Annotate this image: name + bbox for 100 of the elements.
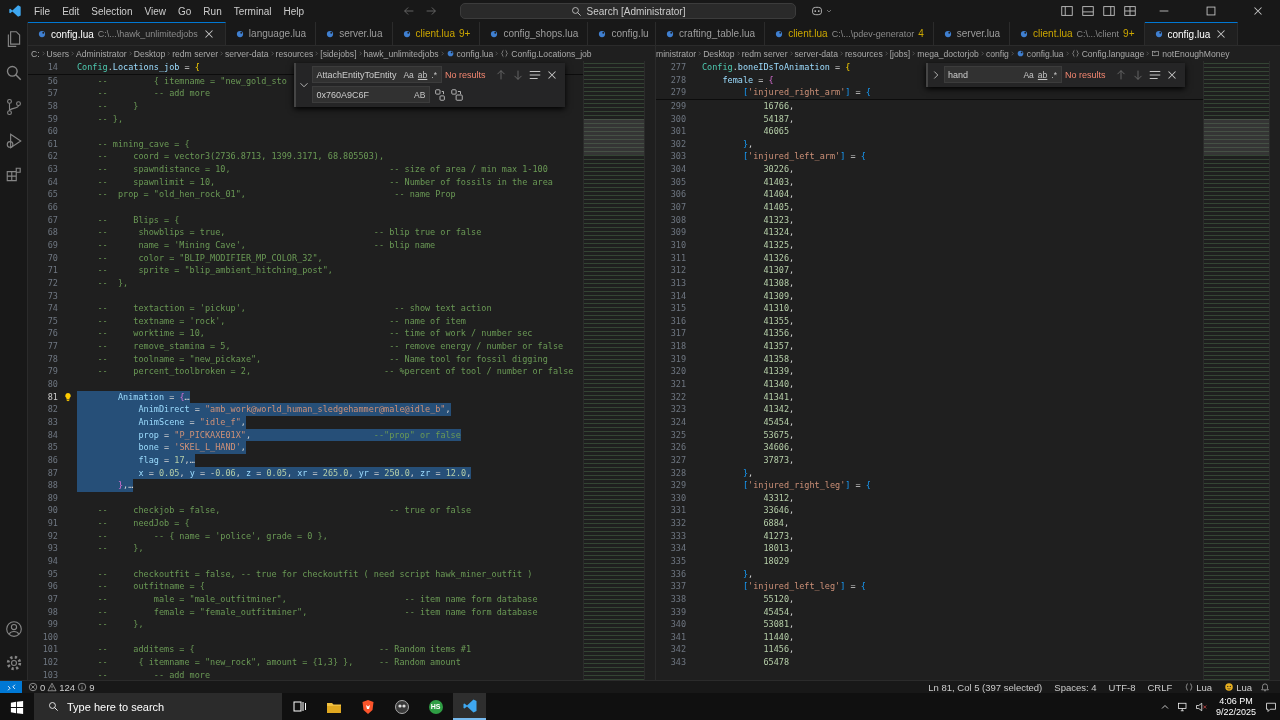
- braces-icon: [1070, 49, 1080, 58]
- problems-button[interactable]: 0 124 9: [22, 681, 101, 693]
- language-mode[interactable]: Lua: [1178, 681, 1219, 693]
- find-input[interactable]: hand Aa ab .*: [944, 66, 1062, 83]
- menu-item[interactable]: Run: [197, 3, 228, 19]
- line-number: 99: [46, 618, 58, 631]
- line-number: 328: [669, 466, 686, 480]
- editor-tab[interactable]: client.lua 9+: [392, 22, 481, 45]
- lightbulb-icon[interactable]: [62, 391, 73, 402]
- code-line: 41309,: [762, 289, 795, 303]
- tab-label: crafting_table.lua: [679, 28, 756, 39]
- menu-item[interactable]: Terminal: [227, 3, 278, 19]
- remote-button[interactable]: [0, 680, 22, 694]
- indentation[interactable]: Spaces: 4: [1048, 681, 1103, 693]
- line-number: 65: [46, 188, 58, 202]
- breadcrumb-item[interactable]: resources: [275, 48, 314, 59]
- chevron-icon: [126, 50, 134, 57]
- code-line: 41357,: [762, 340, 795, 353]
- find-option-toggle[interactable]: ab: [416, 69, 429, 80]
- bell-icon[interactable]: [1258, 680, 1272, 694]
- find-option-toggle[interactable]: .*: [430, 69, 438, 80]
- breadcrumb-item[interactable]: [sidejobs]: [320, 48, 357, 59]
- breadcrumb-item[interactable]: Desktop: [133, 48, 166, 59]
- breadcrumb-item[interactable]: server-data: [225, 48, 269, 59]
- line-number: 59: [46, 112, 58, 126]
- line-number: 340: [669, 618, 686, 631]
- problem-count: 9+: [1123, 28, 1135, 39]
- editor-tab[interactable]: client.lua C:\...\pdev-generator 4: [765, 22, 934, 45]
- tab-label: server.lua: [339, 28, 383, 39]
- line-number: 339: [669, 605, 686, 619]
- breadcrumb-item[interactable]: Desktop: [703, 48, 735, 59]
- preserve-case-toggle[interactable]: AB: [413, 89, 427, 100]
- code-line: -- },: [96, 276, 129, 290]
- editor-tab[interactable]: language.lua: [225, 22, 317, 45]
- code-line: 41324,: [762, 226, 795, 239]
- breadcrumb-item[interactable]: Administrator: [76, 48, 127, 59]
- editor-tab[interactable]: config_shops.lua: [480, 22, 589, 45]
- code-line: 11440,: [762, 630, 795, 644]
- breadcrumb-item[interactable]: hawk_unlimitedjobs: [363, 48, 439, 59]
- chevron-icon: [882, 50, 890, 57]
- line-ending[interactable]: CRLF: [1141, 681, 1179, 693]
- breadcrumb-item[interactable]: Config.Locations_job: [511, 48, 592, 59]
- breadcrumb-item[interactable]: config: [985, 48, 1009, 59]
- code-line: 6884,: [762, 517, 790, 530]
- code-editor-icon[interactable]: [453, 693, 486, 720]
- menu-item[interactable]: File: [28, 3, 57, 19]
- code-line: 16766,: [762, 99, 795, 113]
- menu-item[interactable]: Selection: [85, 3, 139, 19]
- breadcrumb-item[interactable]: config.lua: [456, 48, 494, 59]
- replace-icon[interactable]: [433, 86, 448, 103]
- windows-logo-icon: [10, 699, 24, 714]
- breadcrumb-item[interactable]: Config.language: [1081, 48, 1145, 59]
- breadcrumb-item[interactable]: [jobs]: [889, 48, 911, 59]
- editor-tab[interactable]: server.lua: [316, 22, 393, 45]
- encoding[interactable]: UTF-8: [1102, 681, 1142, 693]
- breadcrumb-item[interactable]: redm server: [172, 48, 219, 59]
- breadcrumb-item[interactable]: Users: [46, 48, 70, 59]
- tab-label: config_shops.lua: [503, 28, 579, 39]
- replace-all-icon[interactable]: [450, 86, 465, 103]
- menu-item[interactable]: Go: [172, 3, 198, 19]
- tab-label: config.lu: [611, 28, 649, 39]
- chevron-icon: [69, 50, 77, 57]
- code-line: -- },: [96, 542, 144, 555]
- find-input[interactable]: AttachEntityToEntity Aa ab .*: [312, 66, 442, 83]
- line-number: 332: [669, 517, 686, 530]
- line-number: 84: [46, 428, 58, 442]
- breadcrumb-item[interactable]: notEnoughMoney: [1162, 48, 1230, 59]
- breadcrumb-item[interactable]: resources: [844, 48, 883, 59]
- taskbar-clock[interactable]: 4:06 PM 9/22/2025: [1209, 695, 1262, 718]
- menu-item[interactable]: Edit: [56, 3, 86, 19]
- editor-tab[interactable]: client.lua C:\...\client 9+: [1010, 22, 1145, 45]
- line-number: 333: [669, 529, 686, 543]
- breadcrumb-item[interactable]: C:: [31, 48, 40, 59]
- find-option-toggle[interactable]: Aa: [402, 69, 415, 80]
- formatter-status[interactable]: Lua: [1218, 681, 1258, 693]
- editor-tab[interactable]: config.lua: [1144, 22, 1239, 45]
- editor-tab[interactable]: server.lua: [933, 22, 1011, 45]
- editor-tab[interactable]: config.lua C:\...\hawk_unlimitedjobs: [28, 22, 226, 45]
- menu-item[interactable]: Help: [277, 3, 311, 19]
- editor-tab[interactable]: crafting_table.lua: [656, 22, 766, 45]
- line-number: 81: [46, 390, 58, 404]
- breadcrumb-item[interactable]: config.lua: [1026, 48, 1064, 59]
- breadcrumb-item[interactable]: ministrator: [656, 48, 697, 59]
- code-line: -- },: [96, 112, 124, 126]
- chevron-icon: [438, 50, 446, 57]
- find-option-toggle[interactable]: .*: [1050, 69, 1058, 80]
- breadcrumb-item[interactable]: mega_doctorjob: [917, 48, 979, 59]
- command-center-search[interactable]: Search [Administrator]: [460, 3, 796, 19]
- find-option-toggle[interactable]: Aa: [1022, 69, 1035, 80]
- breadcrumb-item[interactable]: server-data: [794, 48, 838, 59]
- breadcrumb-item[interactable]: redm server: [741, 48, 788, 59]
- cursor-position[interactable]: Ln 81, Col 5 (397 selected): [922, 681, 1049, 693]
- menu-item[interactable]: View: [138, 3, 172, 19]
- find-option-toggle[interactable]: ab: [1036, 69, 1049, 80]
- line-number: 330: [669, 491, 686, 505]
- line-number: 308: [669, 213, 686, 227]
- taskbar-search-field[interactable]: Type here to search: [34, 693, 282, 720]
- chevron-icon: [39, 50, 47, 57]
- replace-input[interactable]: 0x760A9C6F AB: [312, 86, 431, 103]
- code-line: 37873,: [762, 453, 795, 467]
